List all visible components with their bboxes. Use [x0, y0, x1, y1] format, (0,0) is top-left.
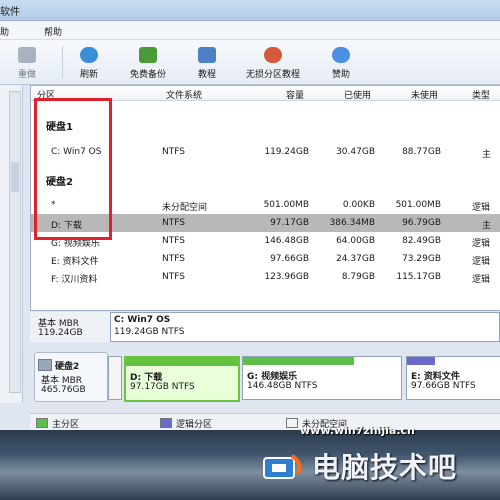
free-backup-button[interactable]: 免费备份: [124, 40, 172, 84]
row-unused: 115.17GB: [396, 272, 441, 282]
free-backup-label: 免费备份: [129, 70, 166, 80]
title-bar: 软件: [0, 0, 500, 21]
refresh-button[interactable]: 刷新: [72, 40, 106, 84]
lossless-tutorial-button[interactable]: 无损分区教程: [240, 40, 306, 84]
row-partition: F: 汉川资料: [51, 275, 98, 285]
row-filesystem: 未分配空间: [162, 203, 208, 213]
partition-d-block[interactable]: D: 下载 97.17GB NTFS: [124, 356, 240, 402]
row-unused: 96.79GB: [402, 218, 441, 228]
col-unused[interactable]: 未使用: [411, 88, 438, 101]
refresh-label: 刷新: [79, 70, 98, 80]
menu-item-partial[interactable]: 助: [0, 25, 9, 38]
partition-info: 119.24GB NTFS: [114, 327, 185, 337]
unallocated-swatch: [286, 418, 298, 428]
disk2-map-size: 465.76GB: [41, 385, 86, 395]
row-type: 主: [482, 150, 492, 160]
disk2-map-label[interactable]: 硬盘2 基本 MBR 465.76GB: [34, 352, 108, 402]
partition-info: 97.17GB NTFS: [130, 382, 195, 392]
watermark-url: www.win7zhijia.cn: [300, 424, 415, 437]
logical-swatch: [160, 418, 172, 428]
legend-primary: 主分区: [52, 420, 80, 430]
unallocated-block[interactable]: [108, 356, 122, 400]
row-unused: 73.29GB: [402, 254, 441, 264]
watermark-brand: 电脑技术吧: [312, 451, 458, 484]
row-filesystem: NTFS: [162, 218, 185, 228]
undo-label: 重做: [17, 70, 36, 80]
undo-button[interactable]: 重做: [10, 40, 44, 84]
menu-bar: 助 帮助: [0, 21, 500, 40]
backup-icon: [139, 47, 157, 63]
logical-usage-bar: [243, 357, 354, 365]
row-filesystem: NTFS: [162, 236, 185, 246]
undo-icon: [18, 47, 36, 63]
menu-help[interactable]: 帮助: [44, 25, 62, 38]
legend-bar: 主分区 逻辑分区 未分配空间: [30, 413, 500, 430]
sponsor-button[interactable]: 赞助: [324, 40, 358, 84]
scrollbar-thumb[interactable]: [11, 162, 19, 192]
left-panel: [0, 85, 23, 403]
col-filesystem[interactable]: 文件系统: [166, 88, 202, 101]
partition-g-block[interactable]: G: 视频娱乐 146.48GB NTFS: [242, 356, 402, 400]
col-capacity[interactable]: 容量: [286, 88, 304, 101]
row-unused: 82.49GB: [402, 236, 441, 246]
row-partition: E: 资料文件: [51, 257, 99, 267]
col-used[interactable]: 已使用: [344, 88, 371, 101]
disk1-map: 基本 MBR 119.24GB C: Win7 OS 119.24GB NTFS: [30, 312, 500, 342]
row-filesystem: NTFS: [162, 272, 185, 282]
table-row[interactable]: F: 汉川资料 NTFS 123.96GB 8.79GB 115.17GB 逻辑: [31, 268, 500, 286]
window-title: 软件: [0, 7, 20, 18]
partition-info: 146.48GB NTFS: [247, 381, 318, 391]
col-type[interactable]: 类型: [472, 88, 490, 101]
toolbar-divider: [62, 46, 63, 78]
row-type: 主: [482, 221, 492, 231]
heart-icon: [332, 47, 350, 63]
disk1-map-size: 119.24GB: [38, 328, 83, 338]
partition-e-block[interactable]: E: 资料文件 97.66GB NTFS: [406, 356, 500, 400]
row-type: 逻辑: [472, 275, 491, 285]
tutorial-button[interactable]: 教程: [190, 40, 224, 84]
partition-name: C: Win7 OS: [114, 315, 171, 325]
row-filesystem: NTFS: [162, 147, 185, 157]
watermark-logo-icon: [263, 454, 302, 479]
disk1-partition-c[interactable]: C: Win7 OS 119.24GB NTFS: [110, 312, 500, 342]
row-unused: 88.77GB: [402, 147, 441, 157]
disk2-map-name: 硬盘2: [55, 362, 80, 372]
partition-info: 97.66GB NTFS: [411, 381, 476, 391]
primary-swatch: [36, 418, 48, 428]
sponsor-label: 赞助: [331, 70, 350, 80]
left-scrollbar[interactable]: [9, 91, 21, 393]
lossless-tutorial-label: 无损分区教程: [245, 70, 300, 80]
partition-tutorial-icon: [264, 47, 282, 63]
primary-usage-bar: [126, 358, 238, 366]
row-type: 逻辑: [472, 239, 491, 249]
row-type: 逻辑: [472, 203, 491, 213]
legend-logical: 逻辑分区: [176, 420, 213, 430]
refresh-icon: [80, 47, 98, 63]
toolbar: 重做 刷新 免费备份 教程 无损分区教程 赞助: [0, 40, 500, 85]
hard-disk-icon: [38, 359, 52, 371]
row-unused: 501.00MB: [395, 200, 441, 210]
row-type: 逻辑: [472, 257, 491, 267]
table-row[interactable]: E: 资料文件 NTFS 97.66GB 24.37GB 73.29GB 逻辑: [31, 250, 500, 268]
logical-usage-bar: [407, 357, 436, 365]
book-icon: [198, 47, 216, 63]
red-highlight-box: [34, 98, 112, 240]
row-filesystem: NTFS: [162, 254, 185, 264]
tutorial-label: 教程: [197, 70, 216, 80]
